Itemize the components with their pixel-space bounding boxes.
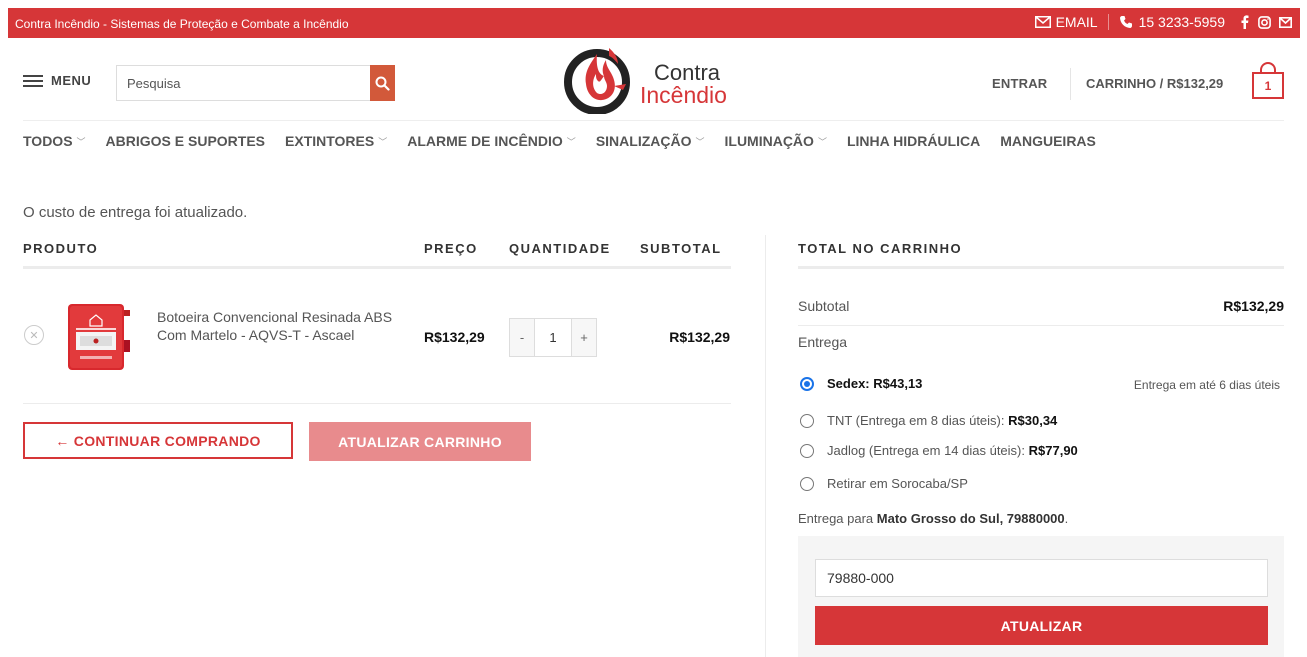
shipping-updated-notice: O custo de entrega foi atualizado.: [23, 204, 248, 221]
search-button[interactable]: [370, 65, 395, 101]
phone-icon: [1119, 16, 1132, 28]
nav-item-sinalizacao[interactable]: SINALIZAÇÃO ﹀: [596, 133, 705, 149]
chevron-down-icon: ﹀: [76, 136, 86, 147]
product-subtotal: R$132,29: [669, 329, 730, 345]
phone-number: 15 3233-5959: [1138, 14, 1225, 30]
chevron-down-icon: ﹀: [566, 136, 576, 147]
main-nav: TODOS ﹀ ABRIGOS E SUPORTES EXTINTORES ﹀ AL…: [23, 133, 1116, 149]
chevron-down-icon: ﹀: [695, 136, 705, 147]
divider: [1070, 68, 1071, 100]
search-icon: [375, 76, 390, 91]
logo-text-incendio: Incêndio: [640, 82, 727, 108]
quantity-decrease-button[interactable]: -: [510, 319, 534, 356]
divider: [23, 266, 731, 269]
nav-item-iluminacao[interactable]: ILUMINAÇÃO ﹀: [725, 133, 827, 149]
radio-unselected[interactable]: [800, 413, 814, 428]
update-shipping-button[interactable]: ATUALIZAR: [815, 606, 1268, 645]
product-image[interactable]: [66, 300, 132, 374]
login-link[interactable]: ENTRAR: [992, 76, 1047, 91]
chevron-down-icon: ﹀: [817, 136, 827, 147]
divider: [798, 325, 1284, 326]
email-link[interactable]: EMAIL: [1034, 14, 1098, 30]
cart-link[interactable]: CARRINHO / R$132,29: [1086, 76, 1223, 91]
update-cart-button[interactable]: ATUALIZAR CARRINHO: [309, 422, 531, 461]
site-title: Contra Incêndio - Sistemas de Proteção e…: [15, 17, 349, 31]
chevron-down-icon: ﹀: [378, 136, 388, 147]
nav-item-todos[interactable]: TODOS ﹀: [23, 133, 86, 149]
header: MENU Contra Incêndio ENTRAR CARRINHO / R…: [0, 38, 1307, 120]
instagram-icon: [1258, 15, 1271, 29]
postcode-input[interactable]: 79880-000: [815, 559, 1268, 597]
envelope-icon: [1279, 16, 1292, 28]
product-name-link[interactable]: Botoeira Convencional Resinada ABS Com M…: [157, 308, 402, 344]
cart-totals-title: TOTAL NO CARRINHO: [798, 241, 963, 256]
shipping-option-pickup[interactable]: Retirar em Sorocaba/SP: [800, 476, 968, 491]
top-bar: Contra Incêndio - Sistemas de Proteção e…: [8, 8, 1300, 38]
hamburger-icon: [23, 74, 43, 87]
divider: [765, 235, 766, 657]
quantity-input[interactable]: 1: [534, 319, 572, 356]
totals-subtotal-label: Subtotal: [798, 298, 850, 314]
shipping-destination: Entrega para Mato Grosso do Sul, 7988000…: [798, 511, 1069, 526]
instagram-link[interactable]: [1258, 15, 1271, 29]
nav-item-extintores[interactable]: EXTINTORES ﹀: [285, 133, 387, 149]
nav-item-mangueiras[interactable]: MANGUEIRAS: [1000, 133, 1096, 149]
quantity-increase-button[interactable]: +: [572, 319, 596, 356]
menu-label: MENU: [51, 73, 92, 88]
radio-selected[interactable]: [800, 376, 814, 391]
column-header-quantity: QUANTIDADE: [509, 241, 611, 256]
column-header-subtotal: SUBTOTAL: [640, 241, 722, 256]
continue-shopping-button[interactable]: ← CONTINUAR COMPRANDO: [23, 422, 293, 459]
nav-item-linha-hidraulica[interactable]: LINHA HIDRÁULICA: [847, 133, 980, 149]
alarm-button-image: [68, 304, 130, 370]
column-header-product: PRODUTO: [23, 241, 99, 256]
phone-link[interactable]: 15 3233-5959: [1119, 14, 1225, 30]
menu-button[interactable]: MENU: [23, 73, 91, 88]
facebook-link[interactable]: [1241, 15, 1249, 29]
flame-logo-icon: [564, 48, 630, 114]
sedex-delivery-note: Entrega em até 6 dias úteis: [1133, 378, 1280, 392]
column-header-price: PREÇO: [424, 241, 478, 256]
divider: [1107, 14, 1109, 30]
shipping-calculator: 79880-000 ATUALIZAR: [798, 536, 1284, 657]
nav-item-alarme[interactable]: ALARME DE INCÊNDIO ﹀: [407, 133, 576, 149]
remove-item-button[interactable]: ✕: [24, 325, 44, 345]
envelope-icon: [1034, 16, 1051, 28]
shipping-option-tnt[interactable]: TNT (Entrega em 8 dias úteis): R$30,34: [800, 413, 1057, 428]
radio-unselected[interactable]: [800, 443, 814, 458]
shipping-label: Entrega: [798, 334, 848, 350]
divider: [798, 266, 1284, 269]
facebook-icon: [1241, 15, 1249, 29]
search-input[interactable]: [116, 65, 370, 101]
nav-item-abrigos[interactable]: ABRIGOS E SUPORTES: [106, 133, 265, 149]
site-logo[interactable]: Contra Incêndio: [562, 44, 762, 114]
email-label: EMAIL: [1055, 14, 1098, 30]
product-price: R$132,29: [424, 329, 485, 345]
shipping-option-jadlog[interactable]: Jadlog (Entrega em 14 dias úteis): R$77,…: [800, 443, 1078, 458]
cart-count-badge: 1: [1252, 72, 1284, 99]
cart-bag-icon[interactable]: 1: [1252, 60, 1284, 100]
divider: [23, 403, 731, 404]
radio-unselected[interactable]: [800, 476, 814, 491]
totals-subtotal-value: R$132,29: [1223, 298, 1284, 314]
search-form: [116, 65, 395, 101]
top-bar-contacts: EMAIL 15 3233-5959: [1034, 14, 1292, 30]
quantity-stepper: - 1 +: [509, 318, 597, 357]
divider: [23, 120, 1284, 121]
shipping-option-sedex[interactable]: Sedex: R$43,13: [800, 376, 922, 391]
email-social-link[interactable]: [1279, 16, 1292, 28]
